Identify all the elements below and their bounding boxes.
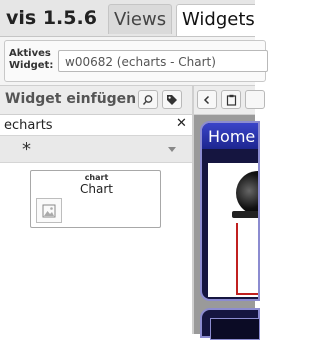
widget-card-set: chart (84, 173, 109, 182)
tag-icon (167, 94, 177, 105)
wire-graphic (236, 223, 258, 295)
search-button[interactable] (138, 90, 158, 109)
view-canvas[interactable]: Home (194, 115, 260, 340)
tab-views[interactable]: Views (108, 4, 172, 34)
image-icon (42, 204, 56, 217)
widget-card-chart[interactable]: chart Chart (30, 170, 161, 228)
clipboard-icon (226, 94, 236, 106)
active-widget-row: Aktives Widget: w00682 (echarts - Chart) (0, 37, 268, 86)
home-view-label: Home (208, 127, 256, 146)
active-widget-label: Aktives Widget: (9, 48, 54, 71)
widget-card-preview (36, 198, 62, 223)
widget-set-select[interactable]: * (0, 136, 192, 163)
prev-button[interactable] (197, 90, 217, 109)
widget-set-value: * (22, 139, 31, 160)
lamp-base (232, 211, 258, 218)
chevron-left-icon (203, 95, 210, 104)
widget-panel-title: Widget einfügen (5, 91, 137, 107)
search-icon (142, 94, 153, 105)
home-view-widget[interactable]: Home (200, 121, 260, 301)
app-title: vis 1.5.6 (6, 7, 97, 29)
lamp-widget[interactable] (208, 163, 258, 297)
bottom-view-inner (210, 318, 260, 340)
widget-filter-row: ✕ (0, 115, 192, 136)
widget-card-name: Chart (80, 182, 113, 196)
clipboard-button[interactable] (221, 90, 241, 109)
chevron-down-icon (168, 147, 176, 152)
widget-panel-header: Widget einfügen (0, 86, 192, 115)
more-button[interactable] (245, 90, 265, 109)
editor-toolbar (194, 86, 265, 115)
tab-widgets[interactable]: Widgets (176, 4, 255, 36)
close-icon[interactable]: ✕ (176, 116, 187, 131)
active-widget-group: Aktives Widget: w00682 (echarts - Chart) (4, 40, 268, 82)
home-view-header: Home (202, 123, 258, 149)
top-tab-bar: vis 1.5.6 Views Widgets (0, 0, 255, 37)
lamp-icon (236, 171, 258, 215)
widget-filter-input[interactable] (4, 116, 172, 134)
tag-button[interactable] (162, 90, 182, 109)
active-widget-select[interactable]: w00682 (echarts - Chart) (58, 50, 268, 72)
